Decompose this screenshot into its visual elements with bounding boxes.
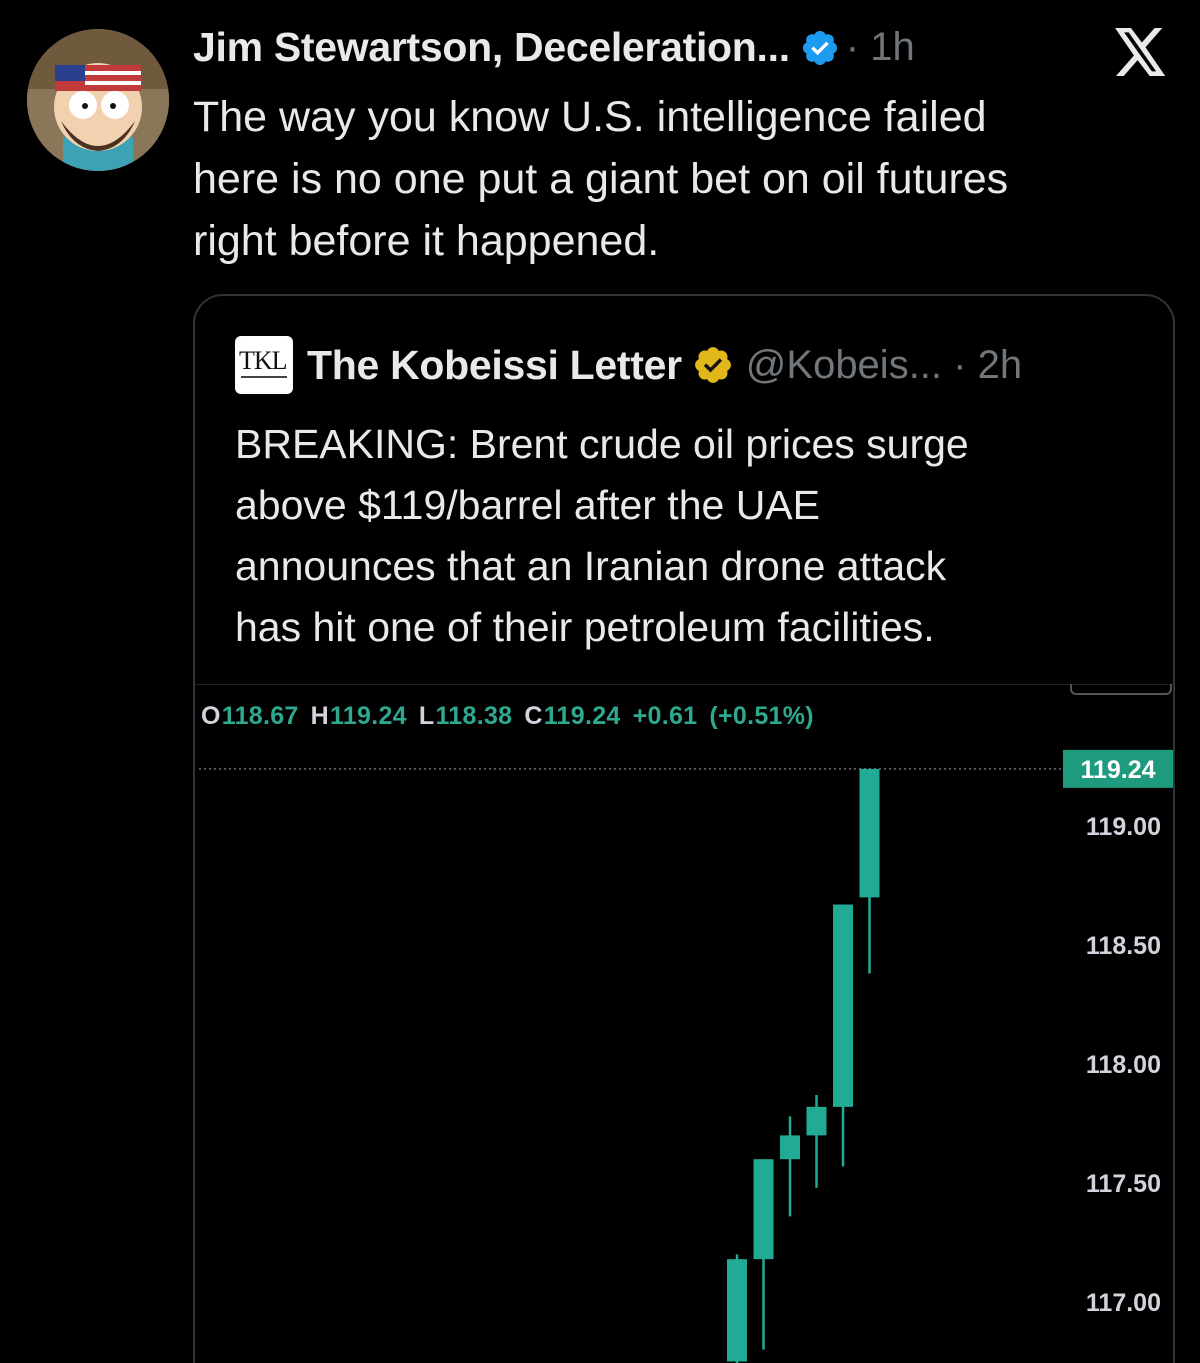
y-axis-tick-label: 118.50 bbox=[1086, 932, 1161, 960]
author-avatar[interactable] bbox=[27, 29, 169, 171]
y-axis-tick-label: 119.00 bbox=[1086, 813, 1161, 841]
tweet-body: The way you know U.S. intelligence faile… bbox=[193, 86, 1153, 272]
verified-badge-icon bbox=[802, 30, 837, 65]
tweet-timestamp[interactable]: · 1h bbox=[846, 25, 915, 70]
quoted-text-line: announces that an Iranian drone attack bbox=[235, 543, 947, 589]
author-name[interactable]: Jim Stewartson, Deceleration... bbox=[193, 24, 790, 71]
quoted-text-line: has hit one of their petroleum facilitie… bbox=[235, 604, 935, 650]
tweet-text-line: here is no one put a giant bet on oil fu… bbox=[193, 155, 1009, 203]
tweet-text-line: The way you know U.S. intelligence faile… bbox=[193, 93, 987, 141]
x-logo-icon[interactable] bbox=[1114, 28, 1168, 76]
price-chart[interactable]: O118.67 H119.24 L118.38 C119.24 +0.61 (+0.51%… bbox=[195, 684, 1173, 1363]
tkl-logo[interactable]: TKL bbox=[235, 336, 293, 394]
candle-body bbox=[833, 904, 853, 1107]
y-axis-tick-label: 117.00 bbox=[1086, 1289, 1161, 1317]
tweet-text-line: right before it happened. bbox=[193, 217, 660, 265]
quoted-tweet-body: BREAKING: Brent crude oil prices surge a… bbox=[235, 414, 1155, 658]
quoted-text-line: above $119/barrel after the UAE bbox=[235, 482, 820, 528]
axis-control-frame bbox=[1070, 684, 1172, 695]
candle-body bbox=[753, 1159, 774, 1260]
candle-body bbox=[780, 1135, 800, 1160]
tweet-header: Jim Stewartson, Deceleration... · 1h bbox=[193, 24, 915, 71]
tweet-screenshot: Jim Stewartson, Deceleration... · 1h The… bbox=[0, 0, 1200, 1363]
y-axis-tick-label: 118.00 bbox=[1086, 1051, 1161, 1079]
last-price-tag-label: 119.24 bbox=[1080, 756, 1155, 784]
quoted-handle-timestamp[interactable]: @Kobeis... · 2h bbox=[746, 343, 1022, 388]
quoted-tweet-card[interactable]: TKL The Kobeissi Letter @Kobeis... · 2h … bbox=[193, 294, 1175, 1363]
candle-body bbox=[727, 1259, 747, 1362]
tkl-logo-text: TKL bbox=[239, 346, 288, 375]
avatar-cartoon-icon bbox=[27, 29, 169, 171]
candle-body bbox=[859, 768, 880, 898]
candlestick-chart: 119.00 118.50 118.00 117.50 117.00 119.24 bbox=[199, 684, 1173, 1363]
y-axis-tick-label: 117.50 bbox=[1086, 1170, 1161, 1198]
quoted-tweet-header: TKL The Kobeissi Letter @Kobeis... · 2h bbox=[235, 336, 1022, 394]
verified-gold-badge-icon bbox=[694, 347, 731, 383]
tkl-logo-rule bbox=[241, 376, 287, 378]
quoted-text-line: BREAKING: Brent crude oil prices surge bbox=[235, 421, 969, 467]
quoted-author-name[interactable]: The Kobeissi Letter bbox=[307, 342, 682, 389]
candle-body bbox=[806, 1106, 827, 1136]
